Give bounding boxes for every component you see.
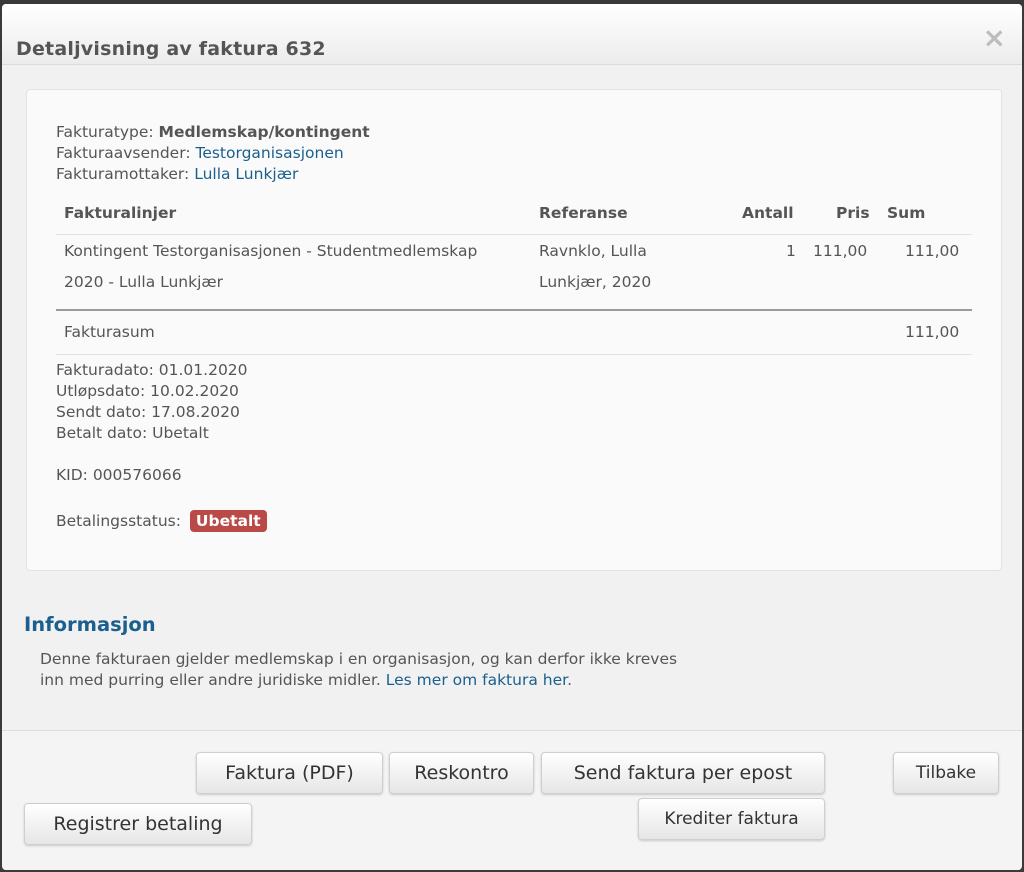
row-sum: 111,00 bbox=[905, 242, 960, 260]
row-reference-line2[interactable]: Lunkjær, 2020 bbox=[539, 267, 651, 298]
credit-invoice-button[interactable]: Krediter faktura bbox=[638, 798, 825, 840]
invoice-panel: Fakturatype: Medlemskap/kontingent Faktu… bbox=[26, 89, 1002, 571]
information-text-line2: inn med purring eller andre juridiske mi… bbox=[40, 671, 381, 689]
header-quantity: Antall bbox=[742, 204, 794, 222]
total-divider bbox=[56, 309, 972, 311]
invoice-recipient-link[interactable]: Lulla Lunkjær bbox=[194, 165, 298, 183]
invoice-info-link[interactable]: Les mer om faktura her bbox=[386, 671, 567, 689]
paid-date: Betalt dato: Ubetalt bbox=[56, 424, 209, 442]
payment-status-label: Betalingsstatus: bbox=[56, 512, 181, 530]
invoice-recipient-label: Fakturamottaker: bbox=[56, 165, 190, 183]
back-button[interactable]: Tilbake bbox=[893, 752, 999, 794]
information-heading: Informasjon bbox=[24, 613, 156, 636]
dialog-titlebar: Detaljvisning av faktura 632 × bbox=[2, 4, 1022, 65]
invoice-sender-label: Fakturaavsender: bbox=[56, 144, 191, 162]
header-price: Pris bbox=[836, 204, 870, 222]
invoice-sender-row: Fakturaavsender: Testorganisasjonen bbox=[56, 143, 370, 164]
dialog-footer: Faktura (PDF) Reskontro Send faktura per… bbox=[2, 730, 1022, 870]
close-icon[interactable]: × bbox=[983, 24, 1006, 52]
row-price: 111,00 bbox=[813, 242, 868, 260]
total-value: 111,00 bbox=[905, 323, 960, 341]
header-lines: Fakturalinjer bbox=[64, 204, 177, 222]
ledger-button[interactable]: Reskontro bbox=[389, 752, 534, 794]
payment-status: Betalingsstatus: Ubetalt bbox=[56, 510, 267, 532]
information-text-line1: Denne fakturaen gjelder medlemskap i en … bbox=[40, 650, 678, 668]
invoice-type-value: Medlemskap/kontingent bbox=[158, 123, 370, 141]
invoice-meta: Fakturatype: Medlemskap/kontingent Faktu… bbox=[56, 122, 370, 185]
invoice-pdf-button[interactable]: Faktura (PDF) bbox=[196, 752, 383, 794]
dialog-title: Detaljvisning av faktura 632 bbox=[16, 38, 326, 60]
invoice-dialog: Detaljvisning av faktura 632 × Fakturaty… bbox=[2, 4, 1022, 870]
information-link-suffix: . bbox=[567, 671, 573, 689]
total-label: Fakturasum bbox=[64, 323, 155, 341]
row-description-line2: 2020 - Lulla Lunkjær bbox=[64, 273, 224, 291]
invoice-type-label: Fakturatype: bbox=[56, 123, 154, 141]
invoice-recipient-row: Fakturamottaker: Lulla Lunkjær bbox=[56, 164, 370, 185]
header-reference: Referanse bbox=[539, 204, 628, 222]
invoice-date: Fakturadato: 01.01.2020 bbox=[56, 361, 248, 379]
invoice-sender-link[interactable]: Testorganisasjonen bbox=[195, 144, 343, 162]
sent-date: Sendt dato: 17.08.2020 bbox=[56, 403, 240, 421]
header-sum: Sum bbox=[887, 204, 926, 222]
send-email-button[interactable]: Send faktura per epost bbox=[541, 752, 825, 794]
row-reference-line1[interactable]: Ravnklo, Lulla bbox=[539, 236, 647, 267]
status-badge: Ubetalt bbox=[189, 510, 267, 532]
invoice-dates: Fakturadato: 01.01.2020 Utløpsdato: 10.0… bbox=[56, 360, 248, 444]
register-payment-button[interactable]: Registrer betaling bbox=[24, 803, 252, 845]
row-description-line1: Kontingent Testorganisasjonen - Studentm… bbox=[64, 242, 478, 260]
total-bottom-divider bbox=[56, 354, 972, 355]
row-quantity: 1 bbox=[786, 242, 796, 260]
due-date: Utløpsdato: 10.02.2020 bbox=[56, 382, 239, 400]
kid-number: KID: 000576066 bbox=[56, 466, 182, 484]
information-text: Denne fakturaen gjelder medlemskap i en … bbox=[40, 649, 760, 691]
header-divider bbox=[56, 234, 972, 235]
invoice-type-row: Fakturatype: Medlemskap/kontingent bbox=[56, 122, 370, 143]
